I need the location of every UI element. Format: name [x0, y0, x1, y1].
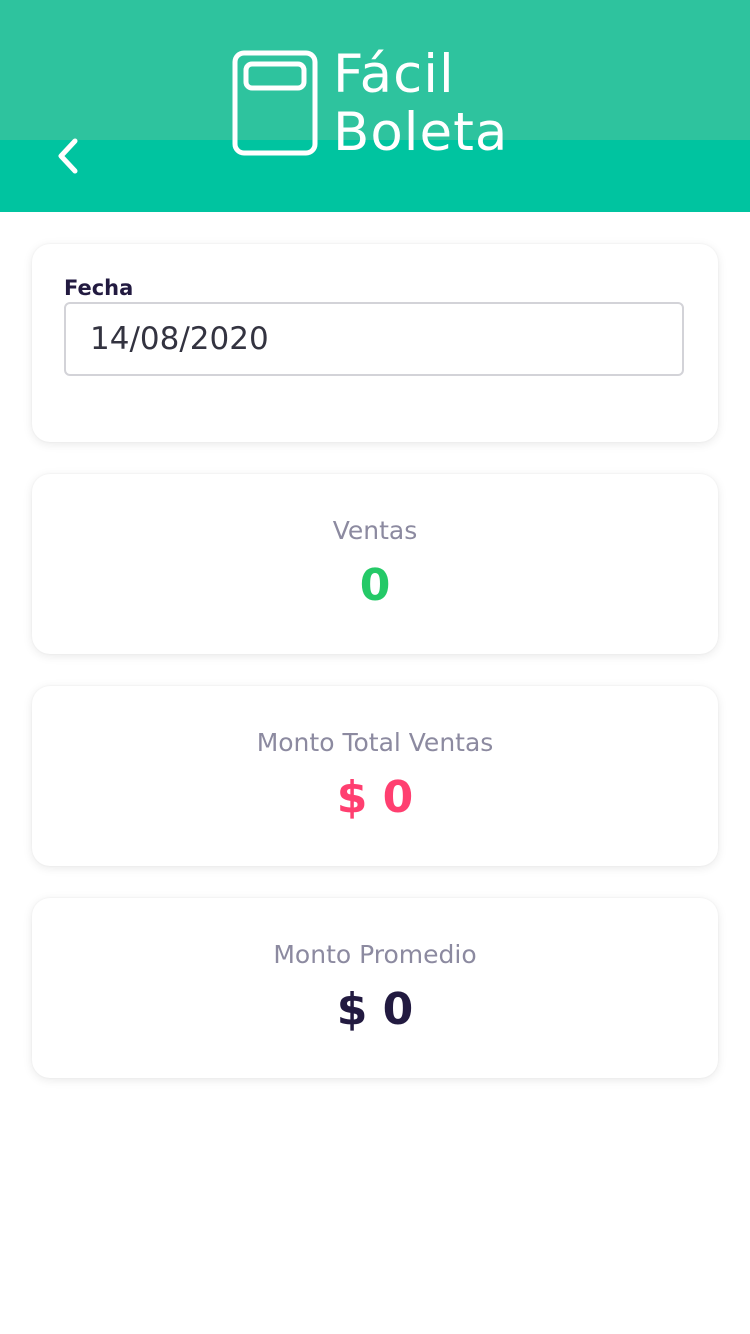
sales-count-value: 0: [359, 560, 391, 611]
app-header: Fácil Boleta: [0, 0, 750, 212]
total-amount-value: $ 0: [336, 772, 414, 823]
date-input[interactable]: [64, 302, 684, 376]
app-logo: Fácil Boleta: [232, 46, 532, 162]
sales-count-card: Ventas 0: [32, 474, 718, 654]
back-button[interactable]: [44, 128, 92, 184]
logo-text: Fácil Boleta: [333, 46, 508, 162]
total-amount-label: Monto Total Ventas: [256, 728, 494, 757]
logo-text-line2: Boleta: [333, 102, 509, 163]
average-amount-card: Monto Promedio $ 0: [32, 898, 718, 1078]
chevron-left-icon: [58, 138, 78, 174]
total-amount-card: Monto Total Ventas $ 0: [32, 686, 718, 866]
wallet-icon: [232, 50, 318, 156]
sales-count-label: Ventas: [332, 516, 418, 545]
logo-text-line1: Fácil: [333, 44, 455, 105]
date-card: Fecha: [32, 244, 718, 442]
average-amount-label: Monto Promedio: [273, 940, 477, 969]
average-amount-value: $ 0: [336, 984, 414, 1035]
date-label: Fecha: [64, 276, 134, 300]
